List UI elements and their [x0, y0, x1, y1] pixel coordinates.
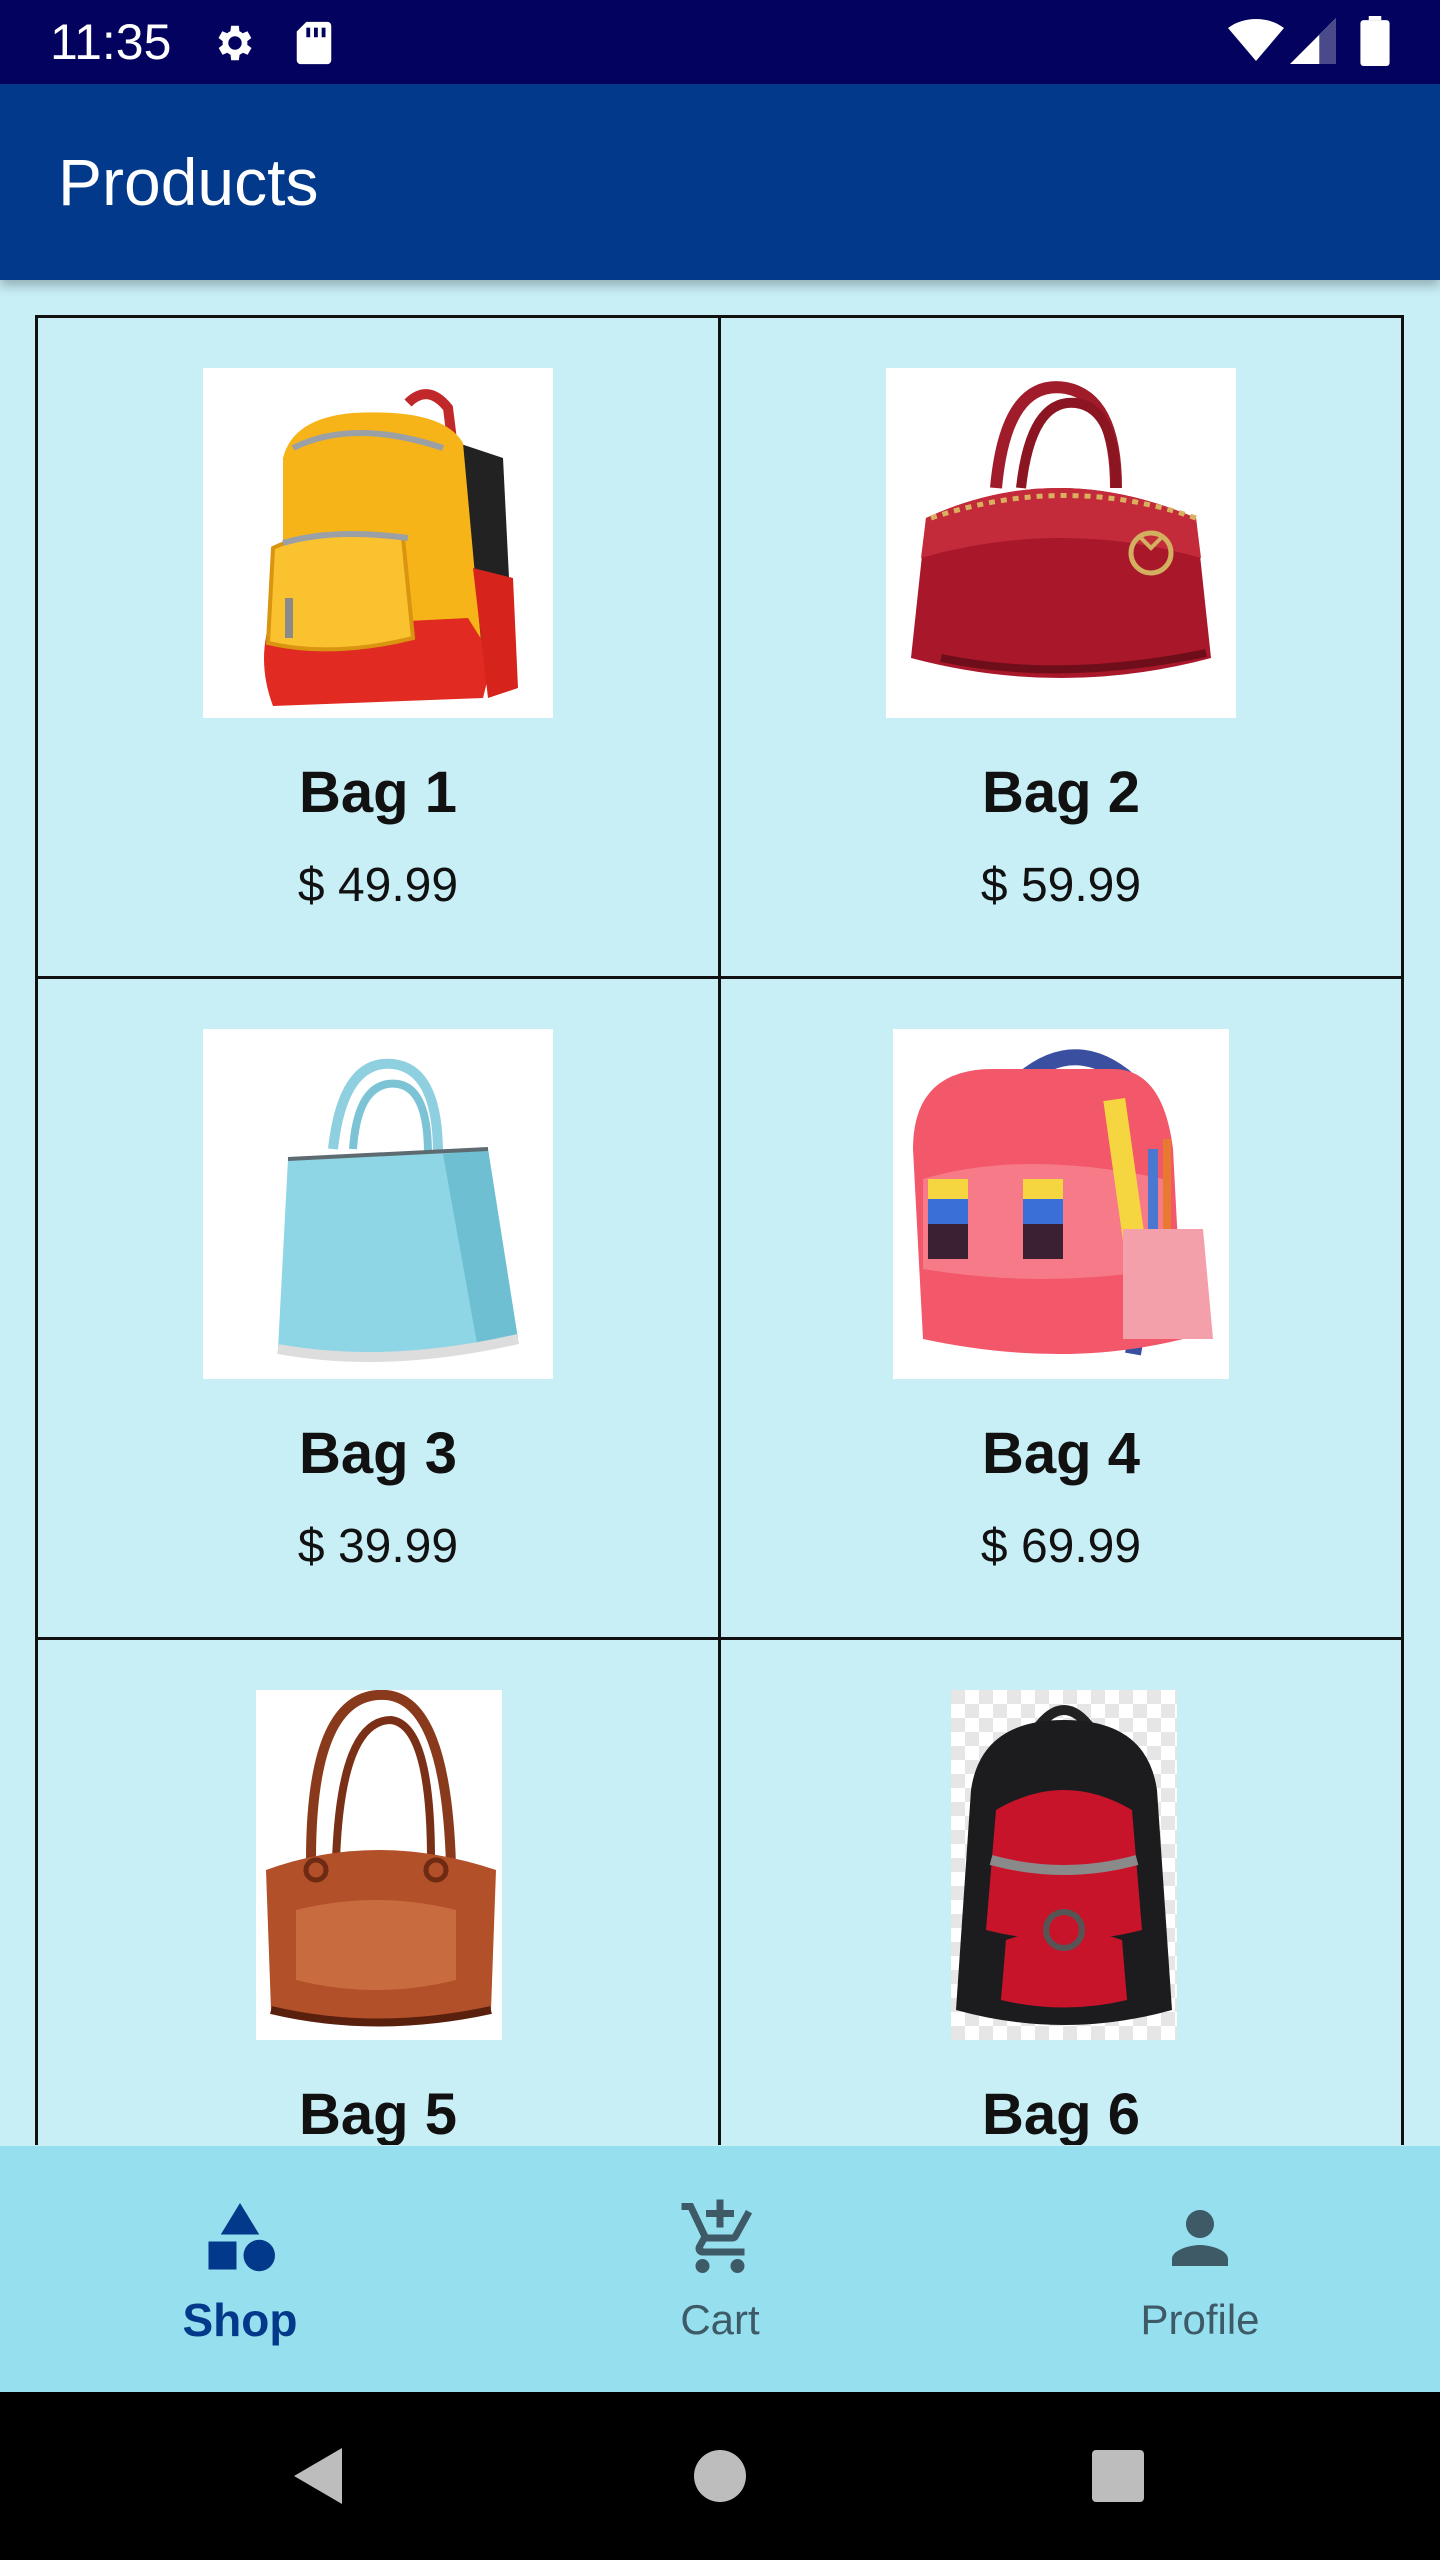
nav-item-profile[interactable]: Profile — [960, 2146, 1440, 2392]
black-red-backpack-image — [951, 1690, 1177, 2040]
recents-icon[interactable] — [1090, 2444, 1146, 2508]
sd-card-icon — [296, 21, 332, 65]
product-name: Bag 4 — [982, 1421, 1140, 1486]
product-price: $ 49.99 — [297, 859, 459, 912]
product-name: Bag 3 — [299, 1421, 457, 1486]
system-navigation-bar — [0, 2392, 1440, 2560]
product-card-bag-4[interactable]: Bag 4 $ 69.99 — [718, 976, 1404, 1640]
product-card-bag-5[interactable]: Bag 5 — [35, 1637, 721, 2145]
bottom-navigation: Shop Cart Profile — [0, 2146, 1440, 2392]
product-name: Bag 6 — [982, 2082, 1140, 2145]
signal-icon — [1290, 18, 1336, 64]
brown-doctor-bag-image — [256, 1690, 502, 2040]
status-bar: 11:35 — [0, 0, 1440, 84]
wifi-icon — [1228, 18, 1284, 61]
product-price: $ 69.99 — [980, 1520, 1142, 1573]
product-card-bag-3[interactable]: Bag 3 $ 39.99 — [35, 976, 721, 1640]
app-bar: Products — [0, 84, 1440, 280]
battery-icon — [1360, 16, 1390, 66]
product-price: $ 39.99 — [297, 1520, 459, 1573]
nav-label-cart: Cart — [680, 2296, 760, 2343]
page-title: Products — [58, 145, 319, 219]
person-icon — [1172, 2210, 1228, 2266]
product-name: Bag 2 — [982, 760, 1140, 825]
shapes-icon — [208, 2203, 275, 2272]
product-name: Bag 1 — [299, 760, 457, 825]
nav-item-cart[interactable]: Cart — [480, 2146, 960, 2392]
back-icon[interactable] — [290, 2444, 346, 2508]
product-card-bag-2[interactable]: Bag 2 $ 59.99 — [718, 315, 1404, 979]
product-card-bag-1[interactable]: Bag 1 $ 49.99 — [35, 315, 721, 979]
pink-school-backpack-image — [893, 1029, 1229, 1379]
product-price: $ 59.99 — [980, 859, 1142, 912]
nav-label-shop: Shop — [182, 2294, 298, 2346]
cart-add-icon — [681, 2199, 753, 2273]
product-grid[interactable]: Bag 1 $ 49.99 Bag 2 $ 59.99 Bag 3 $ 39.9… — [35, 315, 1405, 2145]
nav-item-shop[interactable]: Shop — [0, 2146, 480, 2392]
status-time: 11:35 — [50, 14, 172, 70]
yellow-red-backpack-image — [203, 368, 553, 718]
light-blue-tote-image — [203, 1029, 553, 1379]
home-icon[interactable] — [692, 2444, 748, 2508]
red-leather-handbag-image — [886, 368, 1236, 718]
gear-icon — [218, 25, 252, 61]
product-name: Bag 5 — [299, 2082, 457, 2145]
product-card-bag-6[interactable]: Bag 6 — [718, 1637, 1404, 2145]
nav-label-profile: Profile — [1140, 2296, 1260, 2343]
